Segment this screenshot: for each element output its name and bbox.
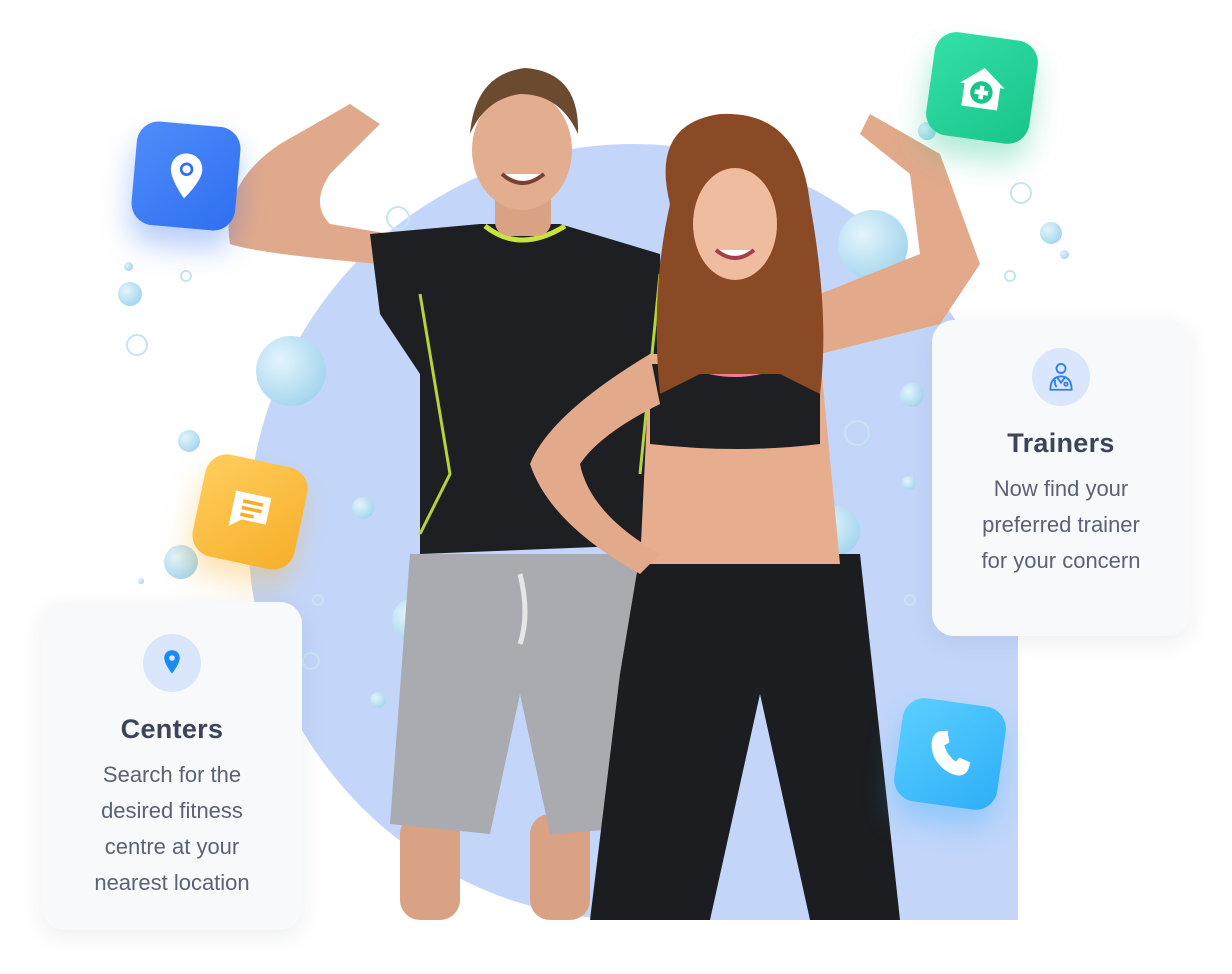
centers-description: Search for the desired fitness centre at…	[57, 757, 287, 901]
chat-message-icon	[228, 490, 272, 526]
phone-icon	[931, 730, 971, 776]
ring-bubble	[1010, 182, 1032, 204]
centers-line-4: nearest location	[94, 870, 250, 895]
centers-line-3: centre at your	[104, 834, 240, 859]
clinic-app-tile	[923, 29, 1041, 147]
location-app-tile	[129, 119, 243, 233]
centers-title: Centers	[120, 714, 224, 744]
bubble	[178, 430, 200, 452]
bubble	[1040, 222, 1062, 244]
ring-bubble	[180, 270, 192, 282]
fitness-couple-photo	[228, 68, 980, 920]
trainers-card-icon-wrap	[1032, 348, 1090, 406]
trainers-line-1: Now find your	[993, 476, 1129, 501]
bubble	[124, 262, 133, 271]
woman-leggings	[590, 554, 900, 920]
bubble	[118, 282, 142, 306]
woman-arm-flexed	[820, 114, 980, 354]
trainer-icon	[1049, 363, 1073, 391]
trainers-description: Now find your preferred trainer for your…	[946, 471, 1176, 579]
centers-line-2: desired fitness	[101, 798, 243, 823]
phone-app-tile	[891, 695, 1009, 813]
hero-illustration: Trainers Now find your preferred trainer…	[0, 0, 1232, 974]
trainers-title: Trainers	[1007, 428, 1115, 458]
chat-app-tile	[188, 450, 312, 574]
ring-bubble	[126, 334, 148, 356]
trainers-line-2: preferred trainer	[982, 512, 1140, 537]
centers-card-icon-wrap	[143, 634, 201, 692]
location-pin-icon	[164, 650, 180, 674]
centers-line-1: Search for the	[102, 762, 242, 787]
map-pin-icon	[170, 153, 203, 199]
bubble	[138, 578, 144, 584]
centers-card: Centers Search for the desired fitness c…	[42, 602, 302, 930]
bubble	[1060, 250, 1069, 259]
woman-head	[693, 168, 777, 280]
trainers-line-3: for your concern	[981, 548, 1141, 573]
trainers-card: Trainers Now find your preferred trainer…	[932, 320, 1190, 636]
clinic-house-icon	[960, 67, 1005, 111]
bubble	[164, 545, 198, 579]
man-arm-left	[228, 104, 390, 264]
